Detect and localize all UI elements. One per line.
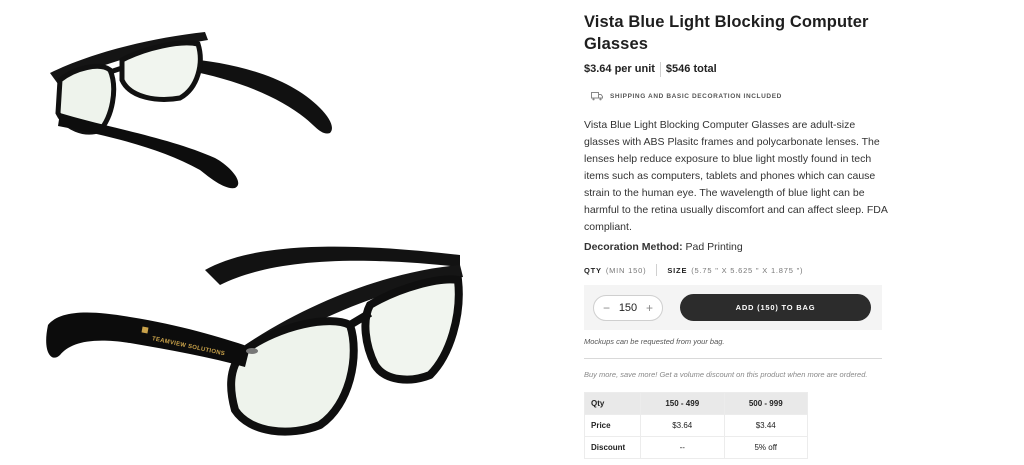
volume-pricing-table: Qty 150 - 499 500 - 999 Price $3.64 $3.4… bbox=[584, 392, 808, 459]
spec-divider bbox=[656, 264, 658, 276]
add-to-bag-box: − 150 + ADD (150) TO BAG bbox=[584, 285, 882, 330]
product-title: Vista Blue Light Blocking Computer Glass… bbox=[584, 13, 869, 53]
quantity-stepper[interactable]: − 150 + bbox=[593, 294, 663, 321]
quantity-value[interactable]: 150 bbox=[619, 302, 637, 314]
product-image-side-view[interactable] bbox=[30, 18, 350, 198]
add-to-bag-button[interactable]: ADD (150) TO BAG bbox=[680, 294, 871, 321]
decoration-value: Pad Printing bbox=[685, 241, 743, 253]
table-row: Discount -- 5% off bbox=[584, 436, 808, 459]
size-label: SIZE bbox=[667, 265, 688, 275]
price-per-unit: $3.64 per unit bbox=[584, 63, 655, 75]
table-row: Price $3.64 $3.44 bbox=[584, 414, 808, 437]
table-header-cell: 500 - 999 bbox=[723, 392, 808, 415]
section-divider bbox=[584, 358, 882, 359]
product-image-front-view[interactable] bbox=[30, 225, 480, 465]
table-cell: $3.64 bbox=[640, 414, 725, 437]
plus-icon[interactable]: + bbox=[646, 301, 653, 315]
product-detail-panel: Vista Blue Light Blocking Computer Glass… bbox=[584, 0, 894, 465]
truck-icon bbox=[591, 91, 603, 100]
shipping-note: SHIPPING AND BASIC DECORATION INCLUDED bbox=[610, 92, 782, 100]
qty-label: QTY bbox=[584, 265, 602, 275]
table-cell: Discount bbox=[584, 436, 641, 459]
table-header-cell: Qty bbox=[584, 392, 641, 415]
product-gallery: TEAMVIEW SOLUTIONS bbox=[0, 0, 560, 465]
mockup-note: Mockups can be requested from your bag. bbox=[584, 337, 725, 346]
decoration-label: Decoration Method: bbox=[584, 241, 683, 253]
shipping-note-row: SHIPPING AND BASIC DECORATION INCLUDED bbox=[591, 89, 894, 103]
minus-icon[interactable]: − bbox=[603, 301, 610, 315]
table-cell: $3.44 bbox=[723, 414, 808, 437]
size-value: (5.75 " X 5.625 " X 1.875 ") bbox=[691, 265, 804, 275]
table-header-cell: 150 - 499 bbox=[640, 392, 725, 415]
table-cell: 5% off bbox=[723, 436, 808, 459]
product-description: Vista Blue Light Blocking Computer Glass… bbox=[584, 119, 888, 233]
price-divider bbox=[659, 61, 661, 77]
volume-discount-note: Buy more, save more! Get a volume discou… bbox=[584, 370, 868, 379]
table-cell: -- bbox=[640, 436, 725, 459]
price-row: $3.64 per unit $546 total bbox=[584, 61, 894, 77]
spec-row: QTY (MIN 150) SIZE (5.75 " X 5.625 " X 1… bbox=[584, 264, 894, 276]
decoration-method: Decoration Method: Pad Printing bbox=[584, 241, 894, 253]
price-total: $546 total bbox=[665, 63, 717, 75]
qty-min-value: (MIN 150) bbox=[605, 265, 647, 275]
table-cell: Price bbox=[584, 414, 641, 437]
table-header-row: Qty 150 - 499 500 - 999 bbox=[584, 392, 808, 415]
